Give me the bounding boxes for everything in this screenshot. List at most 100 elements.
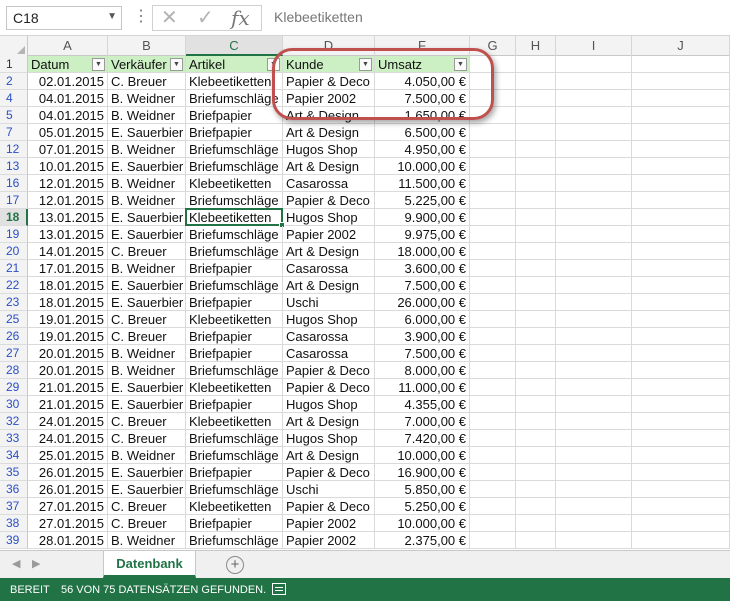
empty-cell[interactable]: [632, 226, 730, 243]
empty-cell[interactable]: [632, 464, 730, 481]
row-header[interactable]: 2: [0, 73, 28, 90]
table-cell[interactable]: Klebeetiketten: [186, 413, 283, 430]
empty-cell[interactable]: [632, 107, 730, 124]
row-header[interactable]: 1: [0, 56, 28, 73]
empty-cell[interactable]: [516, 379, 556, 396]
empty-cell[interactable]: [470, 430, 516, 447]
empty-cell[interactable]: [632, 158, 730, 175]
table-cell[interactable]: Briefumschläge: [186, 90, 283, 107]
empty-cell[interactable]: [516, 141, 556, 158]
empty-cell[interactable]: [632, 175, 730, 192]
table-cell[interactable]: Klebeetiketten: [186, 73, 283, 90]
table-cell[interactable]: Hugos Shop: [283, 430, 375, 447]
table-cell[interactable]: Art & Design: [283, 413, 375, 430]
empty-cell[interactable]: [470, 90, 516, 107]
chevron-down-icon[interactable]: ▼: [107, 11, 117, 22]
empty-cell[interactable]: [516, 345, 556, 362]
row-header[interactable]: 35: [0, 464, 28, 481]
table-cell[interactable]: 7.420,00 €: [375, 430, 470, 447]
empty-cell[interactable]: [632, 515, 730, 532]
empty-cell[interactable]: [470, 345, 516, 362]
table-cell[interactable]: 3.900,00 €: [375, 328, 470, 345]
table-cell[interactable]: 5.225,00 €: [375, 192, 470, 209]
empty-cell[interactable]: [556, 56, 632, 73]
table-cell[interactable]: E. Sauerbier: [108, 379, 186, 396]
table-cell[interactable]: E. Sauerbier: [108, 124, 186, 141]
column-header-g[interactable]: G: [470, 36, 516, 56]
empty-cell[interactable]: [470, 294, 516, 311]
table-cell[interactable]: B. Weidner: [108, 107, 186, 124]
header-cell[interactable]: Kunde ▼: [283, 56, 375, 73]
table-cell[interactable]: 1.650,00 €: [375, 107, 470, 124]
add-sheet-icon[interactable]: +: [226, 556, 244, 574]
table-cell[interactable]: 28.01.2015: [28, 532, 108, 549]
table-cell[interactable]: E. Sauerbier: [108, 481, 186, 498]
table-cell[interactable]: E. Sauerbier: [108, 277, 186, 294]
column-header-d[interactable]: D: [283, 36, 375, 56]
row-header[interactable]: 16: [0, 175, 28, 192]
table-cell[interactable]: 21.01.2015: [28, 396, 108, 413]
table-cell[interactable]: Hugos Shop: [283, 141, 375, 158]
empty-cell[interactable]: [516, 158, 556, 175]
table-cell[interactable]: C. Breuer: [108, 311, 186, 328]
empty-cell[interactable]: [632, 413, 730, 430]
table-cell[interactable]: 24.01.2015: [28, 430, 108, 447]
formula-input[interactable]: Klebeetiketten: [266, 5, 730, 31]
table-cell[interactable]: 9.900,00 €: [375, 209, 470, 226]
empty-cell[interactable]: [556, 277, 632, 294]
empty-cell[interactable]: [516, 362, 556, 379]
table-cell[interactable]: B. Weidner: [108, 192, 186, 209]
empty-cell[interactable]: [516, 447, 556, 464]
row-header[interactable]: 33: [0, 430, 28, 447]
empty-cell[interactable]: [516, 464, 556, 481]
table-cell[interactable]: Briefumschläge: [186, 158, 283, 175]
table-cell[interactable]: 3.600,00 €: [375, 260, 470, 277]
empty-cell[interactable]: [470, 175, 516, 192]
table-cell[interactable]: C. Breuer: [108, 243, 186, 260]
empty-cell[interactable]: [516, 430, 556, 447]
row-header[interactable]: 29: [0, 379, 28, 396]
table-cell[interactable]: 14.01.2015: [28, 243, 108, 260]
empty-cell[interactable]: [632, 90, 730, 107]
empty-cell[interactable]: [632, 277, 730, 294]
table-cell[interactable]: Briefumschläge: [186, 226, 283, 243]
row-header[interactable]: 13: [0, 158, 28, 175]
table-cell[interactable]: 13.01.2015: [28, 226, 108, 243]
table-cell[interactable]: 27.01.2015: [28, 515, 108, 532]
row-header[interactable]: 23: [0, 294, 28, 311]
row-header[interactable]: 20: [0, 243, 28, 260]
empty-cell[interactable]: [556, 413, 632, 430]
row-header[interactable]: 17: [0, 192, 28, 209]
table-cell[interactable]: 26.01.2015: [28, 464, 108, 481]
table-cell[interactable]: 4.355,00 €: [375, 396, 470, 413]
table-cell[interactable]: Hugos Shop: [283, 311, 375, 328]
row-header[interactable]: 4: [0, 90, 28, 107]
table-cell[interactable]: Papier & Deco: [283, 498, 375, 515]
empty-cell[interactable]: [632, 311, 730, 328]
table-cell[interactable]: Art & Design: [283, 124, 375, 141]
column-header-j[interactable]: J: [632, 36, 730, 56]
empty-cell[interactable]: [632, 124, 730, 141]
empty-cell[interactable]: [556, 345, 632, 362]
empty-cell[interactable]: [632, 396, 730, 413]
table-cell[interactable]: 04.01.2015: [28, 107, 108, 124]
table-cell[interactable]: Papier 2002: [283, 515, 375, 532]
table-cell[interactable]: Briefpapier: [186, 396, 283, 413]
table-cell[interactable]: Briefpapier: [186, 464, 283, 481]
empty-cell[interactable]: [556, 328, 632, 345]
table-cell[interactable]: 11.500,00 €: [375, 175, 470, 192]
row-header[interactable]: 38: [0, 515, 28, 532]
empty-cell[interactable]: [556, 260, 632, 277]
empty-cell[interactable]: [470, 141, 516, 158]
table-cell[interactable]: 4.050,00 €: [375, 73, 470, 90]
table-cell[interactable]: 24.01.2015: [28, 413, 108, 430]
empty-cell[interactable]: [556, 498, 632, 515]
table-cell[interactable]: 6.000,00 €: [375, 311, 470, 328]
table-cell[interactable]: Art & Design: [283, 277, 375, 294]
table-cell[interactable]: 4.950,00 €: [375, 141, 470, 158]
empty-cell[interactable]: [470, 311, 516, 328]
table-cell[interactable]: Papier & Deco: [283, 464, 375, 481]
table-cell[interactable]: 9.975,00 €: [375, 226, 470, 243]
table-cell[interactable]: Casarossa: [283, 328, 375, 345]
table-cell[interactable]: 21.01.2015: [28, 379, 108, 396]
